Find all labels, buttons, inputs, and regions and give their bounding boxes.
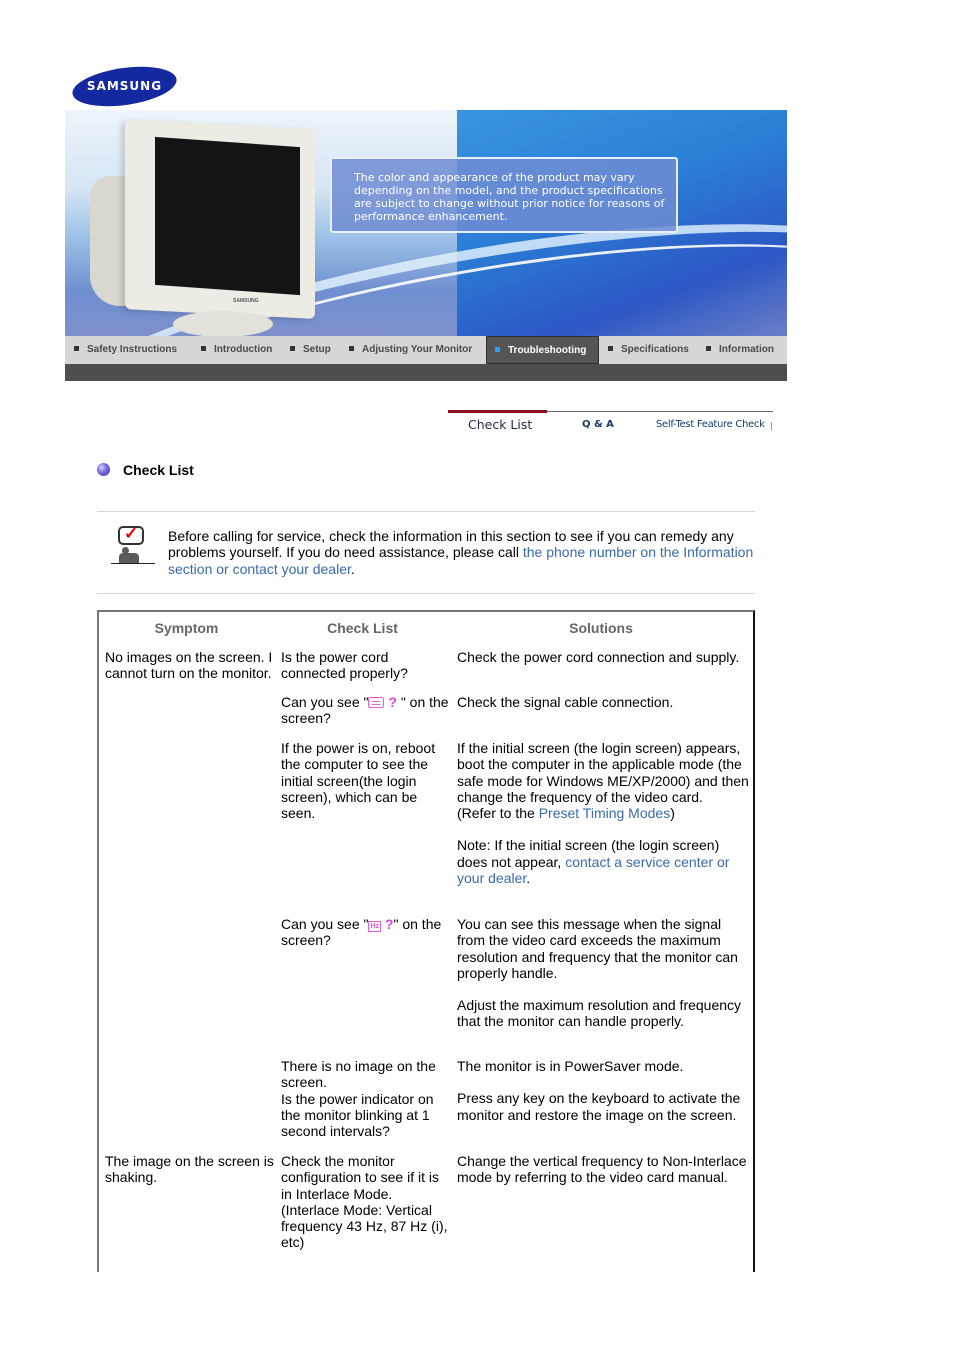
check-cell: There is no image on the screen. Is the … <box>281 1058 436 1140</box>
monitor-stand <box>173 311 273 336</box>
section-title: Check List <box>123 462 194 478</box>
nav-item-safety-instructions[interactable]: Safety Instructions <box>74 336 177 364</box>
solution-text: You can see this message when the signal… <box>457 916 738 981</box>
section-bullet-icon <box>97 463 110 476</box>
bullet-square-icon <box>608 346 613 351</box>
product-notice: The color and appearance of the product … <box>330 157 678 233</box>
column-header-solutions: Solutions <box>569 620 633 636</box>
monitor-brand: SAMSUNG <box>233 298 259 304</box>
check-text: Can you see " <box>281 916 369 932</box>
checkmark-icon: ✓ <box>124 524 139 543</box>
solution-cell: You can see this message when the signal… <box>457 916 749 1030</box>
bullet-square-icon <box>74 346 79 351</box>
nav-label: Setup <box>303 344 331 355</box>
monitor-image: SAMSUNG <box>85 116 325 336</box>
person-body <box>119 553 139 563</box>
main-nav: Safety Instructions Introduction Setup A… <box>65 336 787 364</box>
tab-check-list[interactable]: Check List <box>468 417 532 432</box>
nav-item-specifications[interactable]: Specifications <box>608 336 689 364</box>
solution-cell: The monitor is in PowerSaver mode. Press… <box>457 1058 749 1123</box>
nav-bottom-bar <box>65 364 787 381</box>
logo-text: SAMSUNG <box>86 79 163 93</box>
nav-item-introduction[interactable]: Introduction <box>201 336 272 364</box>
samsung-logo[interactable]: SAMSUNG <box>69 60 180 113</box>
nav-item-information[interactable]: Information <box>706 336 774 364</box>
nav-label: Safety Instructions <box>87 344 178 355</box>
nav-item-troubleshooting[interactable]: Troubleshooting <box>486 336 599 364</box>
intro-text: Before calling for service, check the in… <box>168 528 758 577</box>
bullet-square-icon <box>201 346 206 351</box>
active-tab-indicator <box>448 410 547 413</box>
solution-cell: Change the vertical frequency to Non-Int… <box>457 1153 747 1186</box>
monitor-screen <box>155 136 300 296</box>
solution-ref: (Refer to the Preset Timing Modes) <box>457 805 749 821</box>
check-text: Can you see " <box>281 694 369 710</box>
nav-item-setup[interactable]: Setup <box>290 336 331 364</box>
tab-q-and-a[interactable]: Q & A <box>582 419 614 430</box>
keyboard-icon <box>368 697 385 708</box>
hz-icon: Hz <box>368 921 382 932</box>
column-header-symptom: Symptom <box>154 620 219 636</box>
bullet-square-icon <box>290 346 295 351</box>
nav-label: Introduction <box>214 344 273 355</box>
symptom-cell: No images on the screen. I cannot turn o… <box>105 649 273 682</box>
bullet-square-icon <box>495 347 500 352</box>
banner: SAMSUNG The color and appearance of the … <box>65 110 787 336</box>
icon-baseline <box>111 563 155 564</box>
symptom-cell: The image on the screen is shaking. <box>105 1153 274 1186</box>
check-cell: Is the power cord connected properly? <box>281 649 408 682</box>
divider <box>97 593 755 594</box>
solution-text: If the initial screen (the login screen)… <box>457 740 749 805</box>
tab-separator <box>771 422 772 430</box>
question-glyph: ? <box>388 694 397 710</box>
solution-text: (Refer to the <box>457 805 539 822</box>
solution-note: Note: If the initial screen (the login s… <box>457 837 749 886</box>
sub-tabs: Check List Q & A Self-Test Feature Check <box>448 410 773 436</box>
intro-text-end: . <box>350 560 355 577</box>
divider <box>97 511 755 512</box>
nav-label: Specifications <box>621 344 689 355</box>
bullet-square-icon <box>349 346 354 351</box>
nav-label: Adjusting Your Monitor <box>362 344 473 355</box>
check-cell: If the power is on, reboot the computer … <box>281 740 436 822</box>
solution-cell: If the initial screen (the login screen)… <box>457 740 749 886</box>
checklist-note-icon: ✓ <box>110 524 156 566</box>
nav-item-adjusting-your-monitor[interactable]: Adjusting Your Monitor <box>349 336 472 364</box>
check-cell: Check the monitor configuration to see i… <box>281 1153 448 1251</box>
bullet-square-icon <box>706 346 711 351</box>
solution-text: ) <box>670 805 675 822</box>
solution-text: Adjust the maximum resolution and freque… <box>457 997 742 1030</box>
solution-text: The monitor is in PowerSaver mode. <box>457 1058 684 1074</box>
nav-label: Information <box>719 344 774 355</box>
solution-text: Press any key on the keyboard to activat… <box>457 1090 741 1123</box>
tab-self-test-feature-check[interactable]: Self-Test Feature Check <box>656 419 765 430</box>
nav-label: Troubleshooting <box>508 345 587 356</box>
column-header-check-list: Check List <box>327 620 398 636</box>
check-cell: Can you see " ? " on the screen? <box>281 694 449 727</box>
solution-text: . <box>526 870 531 887</box>
solution-cell: Check the signal cable connection. <box>457 694 674 710</box>
preset-timing-modes-link[interactable]: Preset Timing Modes <box>539 805 671 821</box>
solution-cell: Check the power cord connection and supp… <box>457 649 740 665</box>
check-cell: Can you see " Hz ?" on the screen? <box>281 916 449 949</box>
